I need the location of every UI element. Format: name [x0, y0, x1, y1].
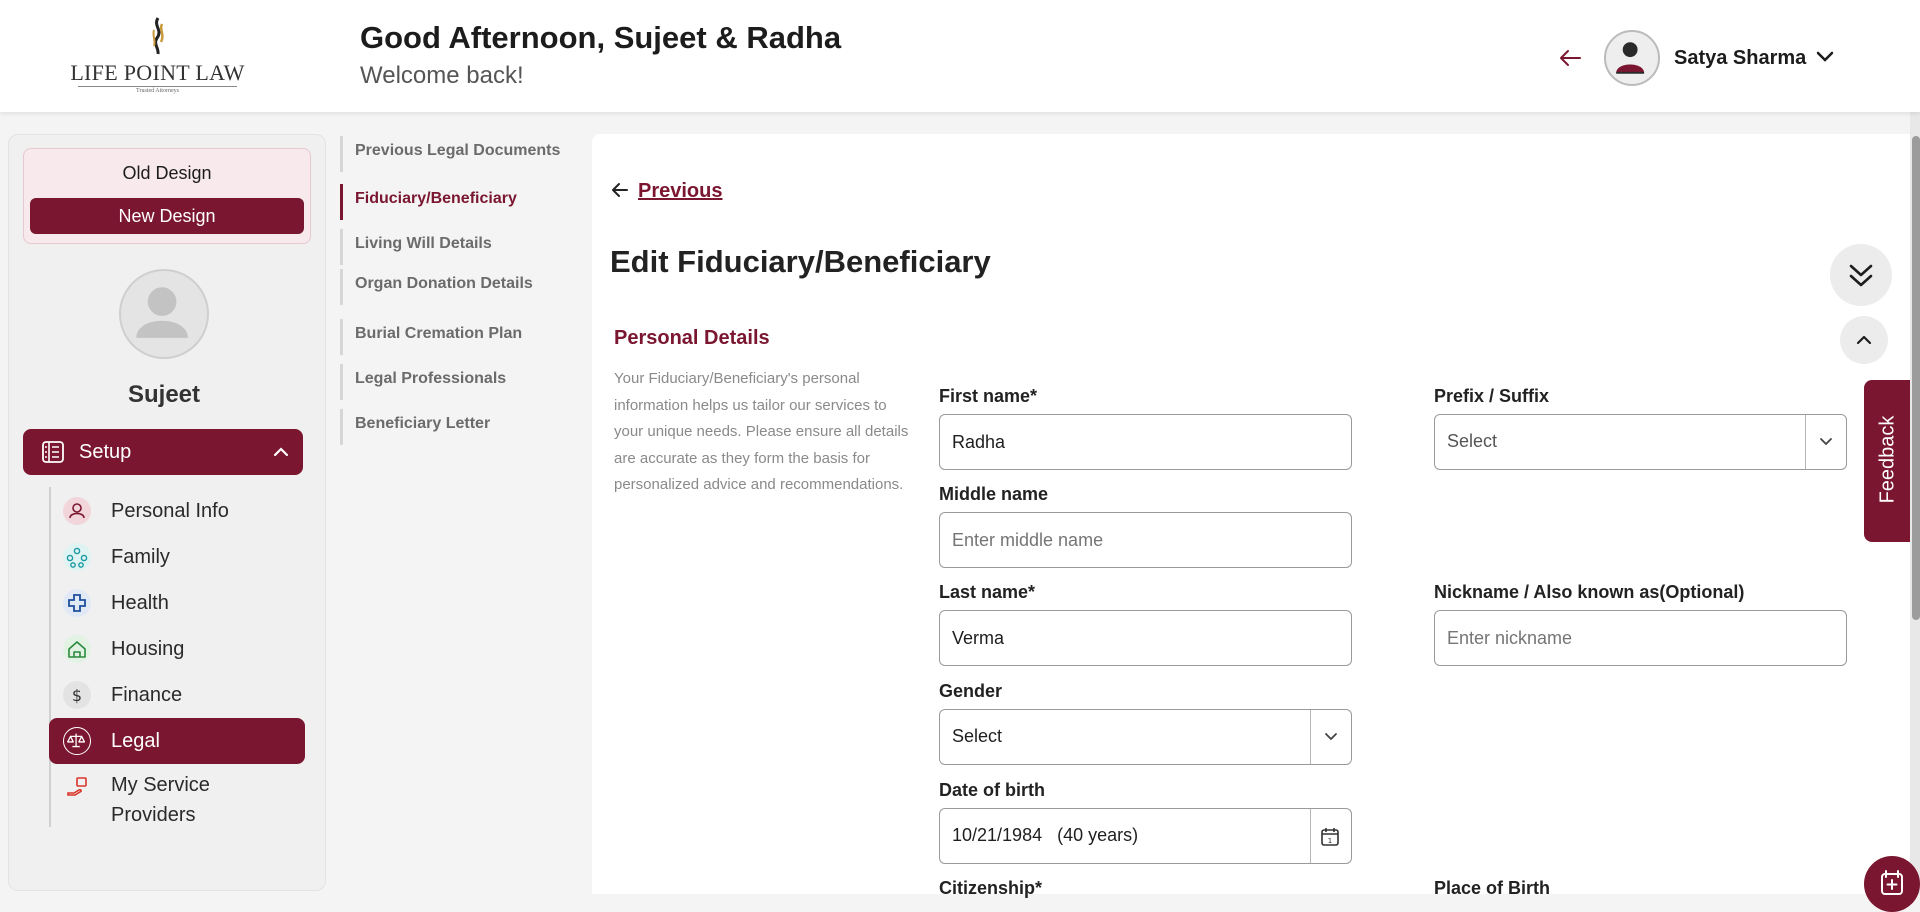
svg-text:$: $	[72, 686, 82, 705]
logo-text: LIFE POINT LAW	[70, 60, 245, 85]
first-name-field[interactable]: Radha	[939, 414, 1352, 470]
setup-list-icon	[42, 441, 64, 463]
place-of-birth-label: Place of Birth	[1434, 878, 1551, 898]
collapse-section-button[interactable]	[1840, 316, 1888, 364]
feedback-label: Feedback	[1876, 415, 1899, 504]
chevron-down-icon[interactable]	[1814, 48, 1836, 66]
sidebar-item-housing[interactable]: Housing	[49, 626, 305, 672]
feedback-tab[interactable]: Feedback	[1864, 380, 1910, 542]
setup-label: Setup	[79, 441, 132, 463]
dob-field[interactable]: 10/21/1984 (40 years) 1	[939, 808, 1352, 864]
sidebar-item-label: Family	[111, 546, 170, 568]
sidebar-item-finance[interactable]: $ Finance	[49, 672, 305, 718]
sidebar-item-personal-info[interactable]: Personal Info	[49, 488, 305, 534]
double-chevron-down-icon	[1849, 264, 1873, 287]
new-design-option[interactable]: New Design	[30, 198, 304, 234]
svg-text:1: 1	[1328, 837, 1332, 845]
life-point-law-logo[interactable]: LIFE POINT LAW Trusted Attorneys	[70, 16, 245, 94]
scales-icon	[63, 727, 91, 755]
prefix-suffix-value: Select	[1447, 431, 1498, 451]
dob-age: (40 years)	[1057, 825, 1139, 845]
middle-name-input[interactable]	[939, 512, 1352, 568]
left-sidebar: Old Design New Design Sujeet Setup Perso…	[8, 134, 326, 891]
user-avatar[interactable]	[1604, 30, 1660, 86]
sidebar-item-legal[interactable]: Legal	[49, 718, 305, 764]
subnav-legal-professionals[interactable]: Legal Professionals	[340, 364, 580, 400]
gender-label: Gender	[939, 681, 1003, 701]
nickname-label: Nickname / Also known as(Optional)	[1434, 582, 1745, 602]
subnav-previous-legal-documents[interactable]: Previous Legal Documents	[340, 136, 580, 172]
sidebar-item-label: Health	[111, 592, 169, 614]
logo-tagline: Trusted Attorneys	[78, 86, 237, 94]
chevron-down-icon	[1325, 733, 1337, 741]
sidebar-item-health[interactable]: Health	[49, 580, 305, 626]
flame-logo-icon	[151, 17, 164, 55]
calendar-icon[interactable]: 1	[1319, 826, 1341, 848]
old-design-option[interactable]: Old Design	[24, 163, 310, 184]
citizenship-label: Citizenship*	[939, 878, 1043, 898]
sidebar-item-label: Legal	[111, 730, 160, 752]
select-divider	[1310, 710, 1311, 764]
subnav-living-will-details[interactable]: Living Will Details	[340, 229, 580, 265]
profile-name: Sujeet	[127, 381, 201, 408]
subnav-beneficiary-letter[interactable]: Beneficiary Letter	[340, 409, 580, 445]
sidebar-item-label: My Service Providers	[111, 770, 210, 830]
dollar-icon: $	[63, 681, 91, 709]
previous-link[interactable]: Previous	[610, 180, 722, 203]
prefix-suffix-select[interactable]: Select	[1434, 414, 1847, 470]
nickname-input[interactable]	[1434, 610, 1847, 666]
page-scrollbar-thumb[interactable]	[1912, 136, 1920, 620]
welcome-text: Welcome back!	[360, 62, 524, 89]
middle-name-label: Middle name	[939, 484, 1049, 504]
top-header: LIFE POINT LAW Trusted Attorneys Good Af…	[0, 0, 1920, 112]
first-name-label: First name*	[939, 386, 1038, 406]
house-icon	[63, 635, 91, 663]
dob-date: 10/21/1984	[952, 825, 1043, 845]
family-icon	[63, 543, 91, 571]
subnav-organ-donation-details[interactable]: Organ Donation Details	[340, 269, 580, 305]
chevron-up-icon	[273, 447, 289, 457]
dob-label: Date of birth	[939, 780, 1045, 800]
expand-all-button[interactable]	[1830, 244, 1892, 306]
user-name[interactable]: Satya Sharma	[1674, 47, 1806, 70]
sidebar-item-label: Finance	[111, 684, 183, 706]
sidebar-item-family[interactable]: Family	[49, 534, 305, 580]
last-name-label: Last name*	[939, 582, 1036, 602]
select-divider	[1805, 415, 1806, 469]
subnav-burial-cremation-plan[interactable]: Burial Cremation Plan	[340, 319, 580, 355]
arrow-left-icon	[612, 183, 628, 197]
user-avatar-icon	[1616, 42, 1645, 74]
sidebar-item-label: Personal Info	[111, 500, 229, 522]
prefix-suffix-label: Prefix / Suffix	[1434, 386, 1550, 406]
calendar-plus-icon	[1881, 870, 1903, 895]
sidebar-item-label: Housing	[111, 638, 185, 660]
sidebar-item-label-line2: Providers	[111, 804, 196, 826]
setup-menu-button[interactable]: Setup	[23, 429, 303, 475]
greeting-heading: Good Afternoon, Sujeet & Radha	[360, 20, 842, 55]
design-toggle: Old Design New Design	[23, 148, 311, 244]
user-icon	[63, 497, 91, 525]
section-description: Your Fiduciary/Beneficiary's personal in…	[614, 370, 909, 493]
previous-label: Previous	[638, 180, 723, 202]
sidebar-item-my-service-providers[interactable]: My Service Providers	[49, 764, 305, 828]
chevron-down-icon	[1820, 438, 1832, 446]
subnav-fiduciary-beneficiary[interactable]: Fiduciary/Beneficiary	[340, 184, 580, 220]
service-hand-icon	[63, 773, 91, 801]
gender-select[interactable]: Select	[939, 709, 1352, 765]
main-content: Previous Edit Fiduciary/Beneficiary Pers…	[592, 134, 1912, 898]
dob-value: 10/21/1984 (40 years)	[952, 825, 1138, 846]
health-cross-icon	[63, 589, 91, 617]
person-placeholder-icon	[136, 287, 188, 338]
date-divider	[1310, 809, 1311, 863]
gender-value: Select	[952, 726, 1003, 746]
add-event-button[interactable]	[1864, 856, 1920, 912]
last-name-field[interactable]: Verma	[939, 610, 1352, 666]
chevron-up-icon	[1856, 335, 1872, 345]
profile-avatar[interactable]	[119, 269, 209, 359]
section-title: Personal Details	[614, 327, 770, 349]
page-title: Edit Fiduciary/Beneficiary	[610, 244, 991, 279]
back-arrow-icon[interactable]	[1556, 44, 1584, 72]
sidebar-item-label-line1: My Service	[111, 774, 210, 796]
